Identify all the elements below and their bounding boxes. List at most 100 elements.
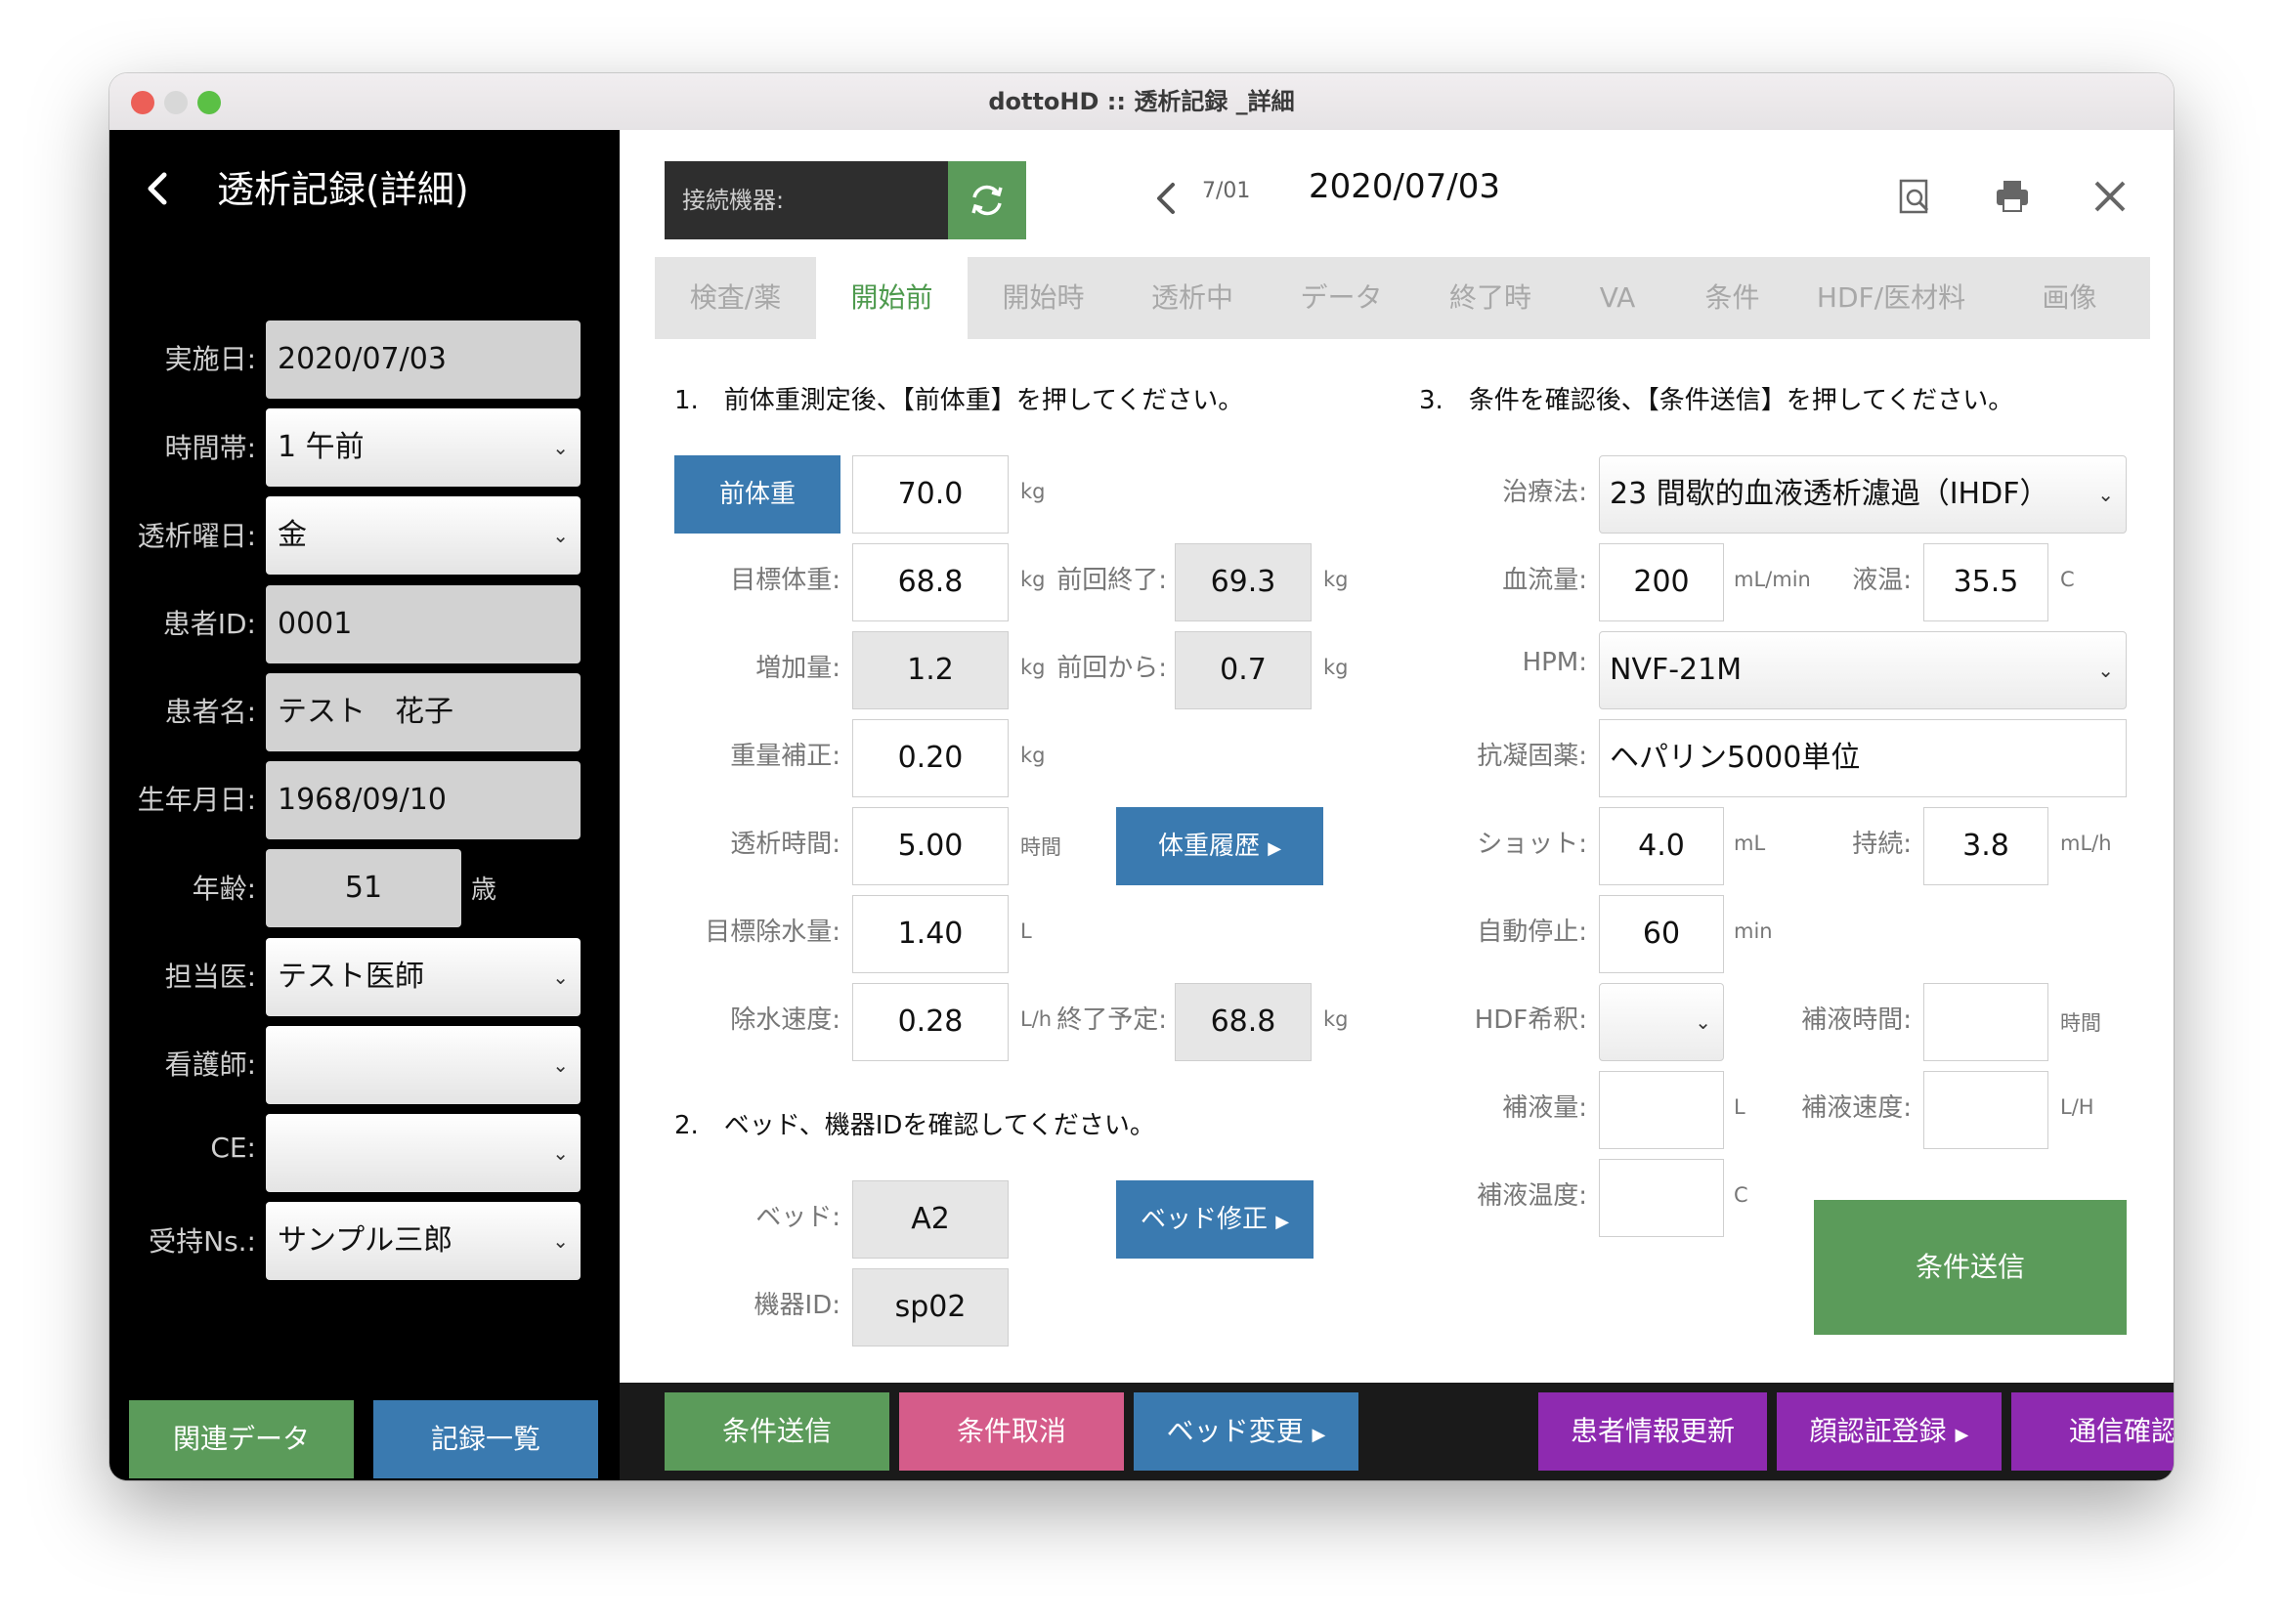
related-data-button[interactable]: 関連データ	[129, 1400, 354, 1478]
weight-history-button[interactable]: 体重履歴 ▶	[1116, 807, 1323, 885]
blood-flow-label: 血流量:	[1502, 566, 1587, 595]
sub-time-field[interactable]	[1923, 983, 2048, 1061]
sub-rate-label: 補液速度:	[1801, 1093, 1912, 1123]
shot-unit: mL	[1734, 832, 1766, 855]
send-conditions-button[interactable]: 条件送信	[1814, 1200, 2127, 1335]
caret-right-icon: ▶	[1275, 1212, 1290, 1232]
update-patient-info-button[interactable]: 患者情報更新	[1538, 1392, 1767, 1471]
anticoagulant-label: 抗凝固薬:	[1477, 742, 1587, 771]
hpm-select[interactable]: NVF-21M ⌄	[1599, 631, 2127, 709]
birthdate-label: 生年月日:	[137, 784, 256, 816]
temp-field[interactable]: 35.5	[1923, 543, 2048, 621]
close-icon[interactable]	[2090, 177, 2130, 216]
communication-check-button[interactable]: 通信確認	[2011, 1392, 2174, 1471]
sub-volume-field[interactable]	[1599, 1071, 1724, 1149]
section1-instruction: 1. 前体重測定後、【前体重】を押してください。	[674, 386, 1244, 415]
refresh-button[interactable]	[948, 161, 1026, 239]
caret-right-icon: ▶	[1955, 1425, 1969, 1445]
correction-field[interactable]: 0.20	[852, 719, 1009, 797]
device-id-label: 機器ID:	[754, 1291, 840, 1320]
face-register-button[interactable]: 顔認証登録 ▶	[1777, 1392, 2002, 1471]
sub-temp-unit: C	[1734, 1183, 1748, 1207]
back-chevron-icon[interactable]	[139, 169, 178, 208]
planned-end-unit: kg	[1323, 1007, 1349, 1031]
birthdate-field: 1968/09/10	[266, 761, 581, 839]
bottom-send-conditions-button[interactable]: 条件送信	[665, 1392, 889, 1471]
tab-during[interactable]: 透析中	[1119, 257, 1266, 339]
pre-weight-field[interactable]: 70.0	[852, 455, 1009, 534]
assigned-nurse-select[interactable]: サンプル三郎 ⌄	[266, 1202, 581, 1280]
increase-field: 1.2	[852, 631, 1009, 709]
continuous-field[interactable]: 3.8	[1923, 807, 2048, 885]
page-counter: 7/01	[1202, 179, 1251, 203]
assigned-nurse-label: 受持Ns.:	[149, 1225, 256, 1258]
prev-end-unit: kg	[1323, 568, 1349, 591]
increase-label: 増加量:	[755, 654, 840, 683]
blood-flow-unit: mL/min	[1734, 568, 1811, 591]
print-icon[interactable]	[1993, 177, 2032, 216]
anticoagulant-field[interactable]: ヘパリン5000単位	[1599, 719, 2127, 797]
blood-flow-field[interactable]: 200	[1599, 543, 1724, 621]
continuous-label: 持続:	[1852, 830, 1912, 859]
patient-name-label: 患者名:	[164, 696, 256, 728]
tab-data[interactable]: データ	[1266, 257, 1417, 339]
target-weight-label: 目標体重:	[730, 566, 840, 595]
dialysis-time-field[interactable]: 5.00	[852, 807, 1009, 885]
planned-end-label: 終了予定:	[1056, 1005, 1167, 1035]
tab-hdf-materials[interactable]: HDF/医材料	[1793, 257, 1989, 339]
cancel-conditions-button[interactable]: 条件取消	[899, 1392, 1124, 1471]
chevron-down-icon: ⌄	[552, 1229, 569, 1253]
bed-edit-button[interactable]: ベッド修正 ▶	[1116, 1180, 1314, 1259]
tab-va[interactable]: VA	[1564, 257, 1671, 339]
tab-conditions[interactable]: 条件	[1671, 257, 1793, 339]
section3-instruction: 3. 条件を確認後、【条件送信】を押してください。	[1419, 386, 2014, 415]
doctor-select[interactable]: テスト医師 ⌄	[266, 938, 581, 1016]
tab-pre-start[interactable]: 開始前	[816, 257, 968, 339]
auto-stop-field[interactable]: 60	[1599, 895, 1724, 973]
sidebar: 透析記録(詳細) 実施日: 2020/07/03 時間帯: 1 午前 ⌄ 透析曜日…	[109, 130, 620, 1480]
removal-rate-field[interactable]: 0.28	[852, 983, 1009, 1061]
sidebar-title: 透析記録(詳細)	[217, 168, 469, 211]
tab-end[interactable]: 終了時	[1417, 257, 1564, 339]
time-slot-select[interactable]: 1 午前 ⌄	[266, 408, 581, 487]
age-label: 年齢:	[192, 873, 256, 905]
sub-rate-field[interactable]	[1923, 1071, 2048, 1149]
pre-weight-button[interactable]: 前体重	[674, 455, 840, 534]
preview-search-icon[interactable]	[1895, 177, 1934, 216]
record-list-button[interactable]: 記録一覧	[373, 1400, 598, 1478]
doctor-label: 担当医:	[164, 961, 256, 993]
time-slot-value: 1 午前	[278, 430, 365, 464]
removal-rate-label: 除水速度:	[730, 1005, 840, 1035]
bed-change-button[interactable]: ベッド変更 ▶	[1134, 1392, 1358, 1471]
target-weight-field[interactable]: 68.8	[852, 543, 1009, 621]
pre-weight-unit: kg	[1020, 480, 1046, 503]
bed-edit-label: ベッド修正	[1140, 1205, 1268, 1234]
prev-end-field: 69.3	[1175, 543, 1312, 621]
weekday-select[interactable]: 金 ⌄	[266, 496, 581, 575]
sub-time-label: 補液時間:	[1801, 1005, 1912, 1035]
dialysis-time-unit: 時間	[1020, 835, 1061, 859]
sub-temp-field[interactable]	[1599, 1159, 1724, 1237]
sub-volume-label: 補液量:	[1502, 1093, 1587, 1123]
tab-exam-medicine[interactable]: 検査/薬	[655, 257, 816, 339]
target-removal-label: 目標除水量:	[705, 918, 840, 947]
tab-start[interactable]: 開始時	[968, 257, 1119, 339]
weight-history-label: 体重履歴	[1157, 832, 1260, 861]
age-field: 51	[266, 849, 461, 927]
nurse-select[interactable]: ⌄	[266, 1026, 581, 1104]
tab-images[interactable]: 画像	[1989, 257, 2150, 339]
sub-time-unit: 時間	[2060, 1011, 2101, 1035]
shot-field[interactable]: 4.0	[1599, 807, 1724, 885]
date-label: 実施日:	[164, 343, 256, 375]
target-removal-field[interactable]: 1.40	[852, 895, 1009, 973]
caret-right-icon: ▶	[1312, 1425, 1326, 1445]
prev-chevron-icon[interactable]	[1147, 179, 1186, 218]
ce-select[interactable]: ⌄	[266, 1114, 581, 1192]
weekday-value: 金	[278, 518, 307, 552]
main-panel: 接続機器: 7/01 2020/07/03 検査/薬 開始前 開始時 透析中 デ…	[620, 130, 2174, 1480]
temp-unit: C	[2060, 568, 2075, 591]
correction-unit: kg	[1020, 744, 1046, 767]
therapy-select[interactable]: 23 間歇的血液透析濾過（IHDF） ⌄	[1599, 455, 2127, 534]
device-id-field: sp02	[852, 1268, 1009, 1346]
hdf-dilution-select[interactable]: ⌄	[1599, 983, 1724, 1061]
